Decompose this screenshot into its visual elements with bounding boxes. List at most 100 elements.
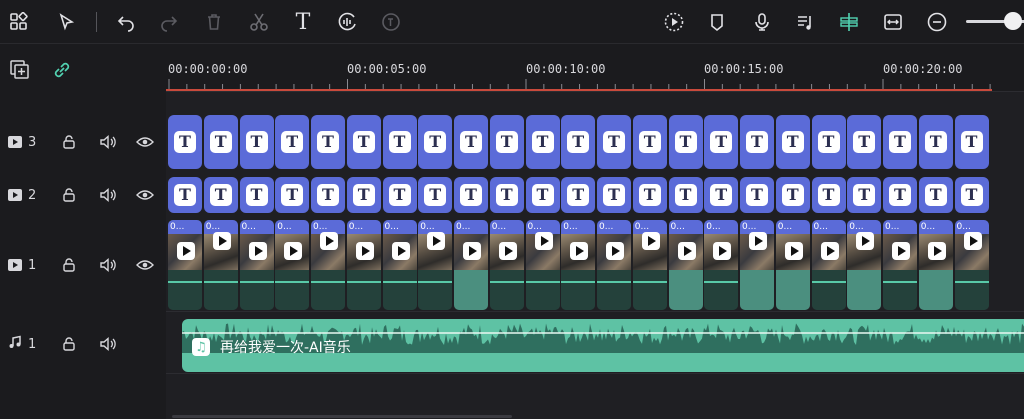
title-clip[interactable]: T	[203, 177, 238, 213]
title-clip[interactable]: T	[275, 115, 310, 169]
video-clip[interactable]: 0...	[203, 220, 238, 310]
lock-icon[interactable]	[58, 333, 80, 355]
audio-mixer-icon[interactable]	[790, 7, 820, 37]
title-clip[interactable]: T	[811, 115, 846, 169]
video-clip[interactable]: 0...	[418, 220, 453, 310]
video-clip[interactable]: 0...	[275, 220, 310, 310]
title-clip[interactable]: T	[918, 177, 953, 213]
video-clip[interactable]: 0...	[597, 220, 631, 310]
title-clip[interactable]: T	[775, 115, 810, 169]
title-clip[interactable]: T	[668, 115, 703, 169]
title-clip[interactable]: T	[740, 177, 774, 213]
lock-icon[interactable]	[58, 184, 80, 206]
video-clip[interactable]: 0...	[311, 220, 345, 310]
title-clip[interactable]: T	[632, 177, 667, 213]
eye-icon[interactable]	[134, 131, 156, 153]
fit-icon[interactable]	[878, 7, 908, 37]
timeline-ruler[interactable]: 00:00:00:00 00:00:05:00 00:00:10:00 00:0…	[166, 45, 1024, 91]
title-clip[interactable]: T	[382, 115, 417, 169]
title-clip[interactable]: T	[418, 115, 453, 169]
text-icon[interactable]: T	[288, 7, 318, 37]
snap-icon[interactable]	[834, 7, 864, 37]
title-clip[interactable]: T	[954, 115, 989, 169]
title-clip[interactable]: T	[311, 115, 345, 169]
title-clip[interactable]: T	[203, 115, 238, 169]
title-clip[interactable]: T	[954, 177, 989, 213]
lock-icon[interactable]	[58, 131, 80, 153]
video-clip[interactable]: 0...	[168, 220, 202, 310]
title-clip[interactable]: T	[632, 115, 667, 169]
title-clip[interactable]: T	[454, 115, 488, 169]
title-clip[interactable]: T	[489, 177, 524, 213]
timeline-tracks[interactable]: ♫ 再给我爱一次-AI音乐 TTTTTTTTTTTTTTTTTTTTTTTTTT…	[166, 91, 1024, 419]
delete-icon[interactable]	[199, 7, 229, 37]
redo-icon[interactable]	[154, 7, 184, 37]
title-clip[interactable]: T	[740, 115, 774, 169]
video-clip[interactable]: 0...	[632, 220, 667, 310]
video-clip[interactable]: 0...	[811, 220, 846, 310]
title-clip[interactable]: T	[525, 177, 560, 213]
title-clip[interactable]: T	[597, 177, 631, 213]
title-clip[interactable]: T	[311, 177, 345, 213]
video-clip[interactable]: 0...	[239, 220, 274, 310]
title-clip[interactable]: T	[918, 115, 953, 169]
title-clip[interactable]: T	[346, 115, 381, 169]
speaker-icon[interactable]	[97, 254, 119, 276]
zoom-out-icon[interactable]	[922, 7, 952, 37]
title-clip[interactable]: T	[239, 177, 274, 213]
video-clip[interactable]: 0...	[668, 220, 703, 310]
eye-icon[interactable]	[134, 254, 156, 276]
title-clip[interactable]: T	[275, 177, 310, 213]
render-preview-icon[interactable]	[659, 7, 689, 37]
speaker-icon[interactable]	[97, 184, 119, 206]
audio-sync-icon[interactable]	[332, 7, 362, 37]
title-clip[interactable]: T	[561, 177, 596, 213]
select-arrow-icon[interactable]	[52, 7, 82, 37]
title-clip[interactable]: T	[847, 177, 882, 213]
text-to-speech-icon[interactable]	[376, 7, 406, 37]
video-clip[interactable]: 0...	[847, 220, 882, 310]
title-clip[interactable]: T	[668, 177, 703, 213]
title-clip[interactable]: T	[883, 115, 917, 169]
title-clip[interactable]: T	[346, 177, 381, 213]
title-clip[interactable]: T	[525, 115, 560, 169]
video-clip[interactable]: 0...	[382, 220, 417, 310]
title-clip[interactable]: T	[418, 177, 453, 213]
link-icon[interactable]	[49, 57, 75, 83]
microphone-icon[interactable]	[747, 7, 777, 37]
title-clip[interactable]: T	[597, 115, 631, 169]
video-clip[interactable]: 0...	[454, 220, 488, 310]
video-clip[interactable]: 0...	[489, 220, 524, 310]
video-clip[interactable]: 0...	[775, 220, 810, 310]
title-clip[interactable]: T	[382, 177, 417, 213]
title-clip[interactable]: T	[168, 115, 202, 169]
title-clip[interactable]: T	[775, 177, 810, 213]
video-clip[interactable]: 0...	[525, 220, 560, 310]
video-clip[interactable]: 0...	[954, 220, 989, 310]
speaker-icon[interactable]	[97, 131, 119, 153]
title-clip[interactable]: T	[704, 177, 739, 213]
add-track-icon[interactable]	[7, 57, 33, 83]
audio-clip[interactable]: ♫ 再给我爱一次-AI音乐	[182, 319, 1024, 372]
eye-icon[interactable]	[134, 184, 156, 206]
title-clip[interactable]: T	[704, 115, 739, 169]
title-clip[interactable]: T	[561, 115, 596, 169]
video-clip[interactable]: 0...	[883, 220, 917, 310]
video-clip[interactable]: 0...	[561, 220, 596, 310]
horizontal-scrollbar[interactable]	[172, 415, 512, 418]
title-clip[interactable]: T	[847, 115, 882, 169]
title-clip[interactable]: T	[489, 115, 524, 169]
title-clip[interactable]: T	[239, 115, 274, 169]
marker-icon[interactable]	[702, 7, 732, 37]
undo-icon[interactable]	[111, 7, 141, 37]
title-clip[interactable]: T	[811, 177, 846, 213]
title-clip[interactable]: T	[454, 177, 488, 213]
video-clip[interactable]: 0...	[704, 220, 739, 310]
title-clip[interactable]: T	[168, 177, 202, 213]
layout-grid-icon[interactable]	[4, 7, 34, 37]
video-clip[interactable]: 0...	[346, 220, 381, 310]
lock-icon[interactable]	[58, 254, 80, 276]
title-clip[interactable]: T	[883, 177, 917, 213]
video-clip[interactable]: 0...	[740, 220, 774, 310]
speaker-icon[interactable]	[97, 333, 119, 355]
